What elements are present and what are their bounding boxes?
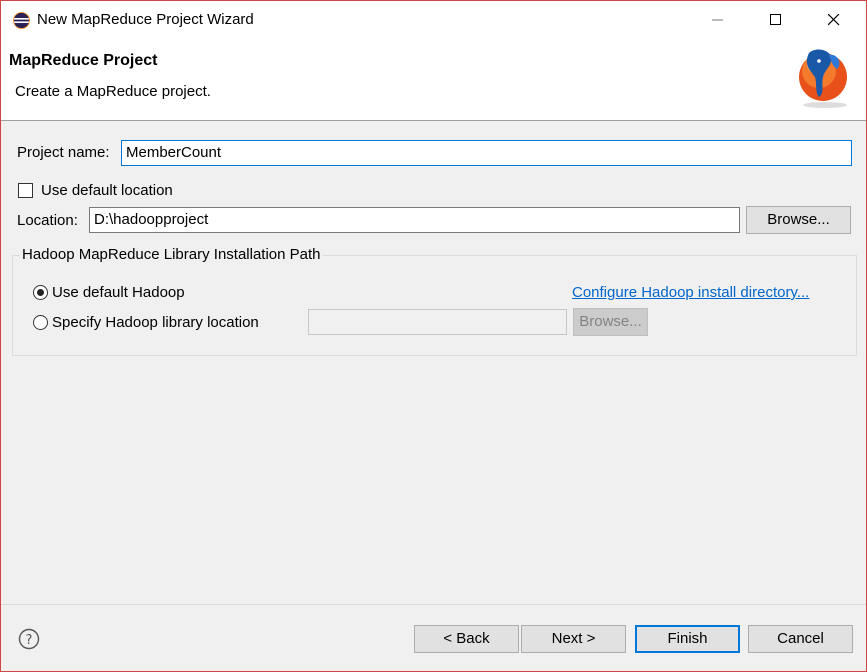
project-name-label: Project name: xyxy=(17,144,110,161)
wizard-window: New MapReduce Project Wizard MapReduce P… xyxy=(0,0,867,672)
location-label: Location: xyxy=(17,212,78,229)
back-button[interactable]: < Back xyxy=(414,625,519,653)
configure-hadoop-link[interactable]: Configure Hadoop install directory... xyxy=(572,284,809,301)
use-default-hadoop-label[interactable]: Use default Hadoop xyxy=(52,284,185,301)
maximize-icon xyxy=(770,14,781,25)
project-name-value: MemberCount xyxy=(126,144,222,161)
use-default-location-checkbox[interactable] xyxy=(18,183,33,198)
location-browse-button[interactable]: Browse... xyxy=(746,206,851,234)
maximize-button[interactable] xyxy=(749,1,807,39)
specify-hadoop-location-label[interactable]: Specify Hadoop library location xyxy=(52,314,259,331)
minimize-button[interactable] xyxy=(691,1,749,39)
location-input[interactable]: D:\hadoopproject xyxy=(89,207,740,233)
next-button[interactable]: Next > xyxy=(521,625,626,653)
page-title: MapReduce Project xyxy=(9,52,158,69)
specify-hadoop-location-radio[interactable] xyxy=(33,315,48,330)
hadoop-library-group-legend: Hadoop MapReduce Library Installation Pa… xyxy=(20,246,323,263)
use-default-location-label[interactable]: Use default location xyxy=(41,182,173,199)
hadoop-library-path-input[interactable] xyxy=(308,309,567,335)
title-bar[interactable]: New MapReduce Project Wizard xyxy=(1,1,866,39)
cancel-button[interactable]: Cancel xyxy=(748,625,853,653)
hadoop-library-group xyxy=(12,255,857,356)
svg-text:?: ? xyxy=(26,633,33,648)
footer-separator xyxy=(1,604,866,605)
location-value: D:\hadoopproject xyxy=(94,211,209,228)
minimize-icon xyxy=(712,19,723,21)
help-icon[interactable]: ? xyxy=(18,628,40,650)
close-button[interactable] xyxy=(807,1,865,39)
page-description: Create a MapReduce project. xyxy=(15,83,211,100)
window-title: New MapReduce Project Wizard xyxy=(37,11,254,28)
hadoop-library-browse-button[interactable]: Browse... xyxy=(573,308,648,336)
eclipse-app-icon xyxy=(13,12,30,29)
project-name-input[interactable]: MemberCount xyxy=(121,140,852,166)
hadoop-elephant-icon xyxy=(799,49,847,108)
use-default-hadoop-radio[interactable] xyxy=(33,285,48,300)
close-icon xyxy=(828,14,840,26)
wizard-banner: MapReduce Project Create a MapReduce pro… xyxy=(1,39,866,121)
finish-button[interactable]: Finish xyxy=(635,625,740,653)
